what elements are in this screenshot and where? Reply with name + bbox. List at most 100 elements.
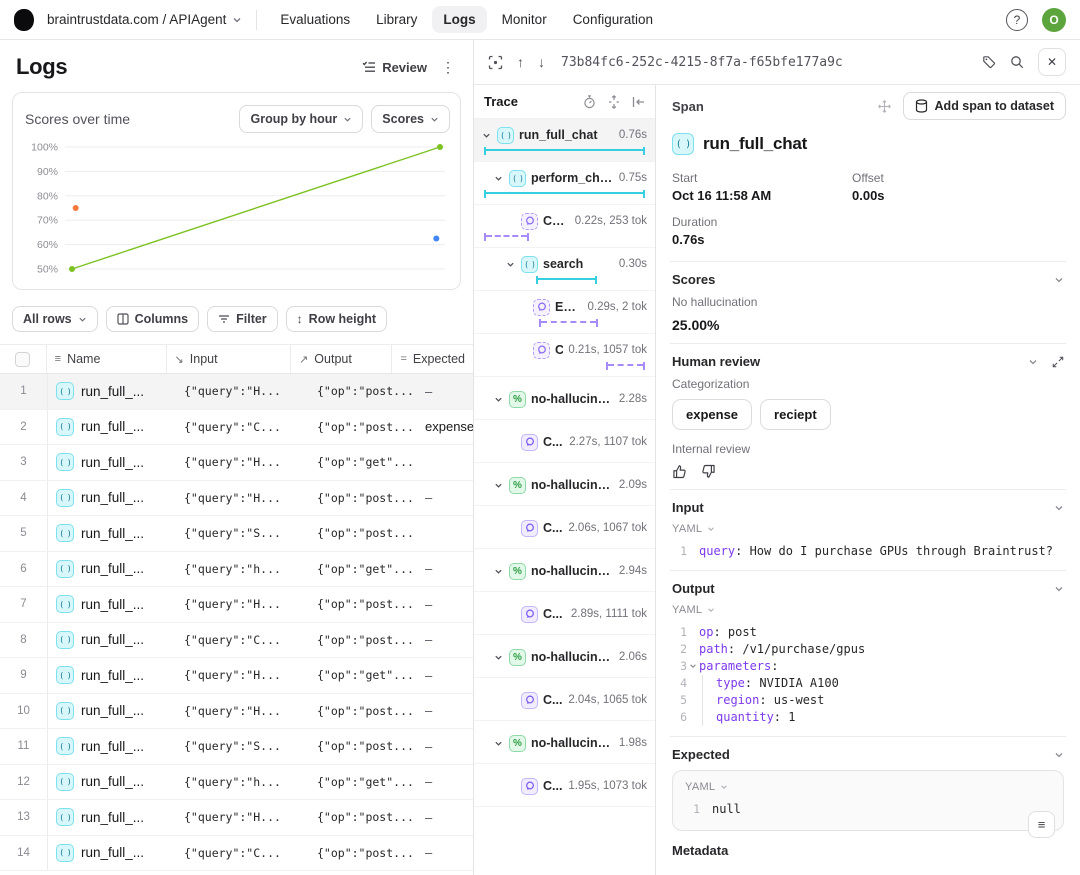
group-by-dropdown[interactable]: Group by hour: [239, 105, 363, 133]
tab-monitor[interactable]: Monitor: [491, 6, 558, 33]
table-row[interactable]: 4( )run_full_...{"query":"H...{"op":"pos…: [0, 481, 473, 517]
trace-tree-node[interactable]: Em...0.29s, 2 tok: [474, 291, 655, 334]
stopwatch-icon[interactable]: [583, 95, 596, 109]
table-row[interactable]: 13( )run_full_...{"query":"H...{"op":"po…: [0, 800, 473, 836]
cell-expected: –: [417, 703, 473, 718]
trace-tree-node[interactable]: ( )perform_cha...0.75s: [474, 162, 655, 205]
more-menu-icon[interactable]: ⋮: [437, 57, 459, 78]
help-icon[interactable]: ?: [1006, 9, 1028, 31]
trace-tree-node[interactable]: C...0.21s, 1057 tok: [474, 334, 655, 377]
focus-scan-icon[interactable]: [488, 55, 503, 70]
cell-output: {"op":"get"...: [309, 668, 417, 682]
expected-format-dropdown[interactable]: YAML: [685, 781, 1051, 793]
search-icon[interactable]: [1010, 55, 1024, 69]
table-row[interactable]: 9( )run_full_...{"query":"H...{"op":"get…: [0, 658, 473, 694]
trace-tree-node[interactable]: C...2.27s, 1107 tok: [474, 420, 655, 463]
trace-tree-node[interactable]: %no-hallucina...2.28s: [474, 377, 655, 420]
table-row[interactable]: 2( )run_full_...{"query":"C...{"op":"pos…: [0, 410, 473, 446]
next-trace-icon[interactable]: ↓: [538, 54, 545, 70]
expand-all-icon[interactable]: [608, 95, 620, 109]
thumbs-down-icon[interactable]: [701, 464, 716, 479]
chevron-down-icon[interactable]: [494, 567, 504, 576]
table-row[interactable]: 3( )run_full_...{"query":"H...{"op":"get…: [0, 445, 473, 481]
chevron-down-icon[interactable]: [1054, 503, 1064, 513]
chevron-down-icon[interactable]: [494, 174, 504, 183]
filter-button[interactable]: Filter: [207, 306, 278, 332]
category-chip-expense[interactable]: expense: [672, 399, 752, 430]
column-header-name[interactable]: ≡Name: [46, 345, 166, 373]
span-name: C...: [543, 779, 562, 793]
chevron-down-icon[interactable]: [1028, 357, 1038, 367]
trace-tree-node[interactable]: ( )search0.30s: [474, 248, 655, 291]
columns-button[interactable]: Columns: [106, 306, 199, 332]
cell-output: {"op":"post...: [309, 526, 417, 540]
trace-tree-node[interactable]: ( )run_full_chat0.76s: [474, 119, 655, 162]
all-rows-dropdown[interactable]: All rows: [12, 306, 98, 332]
chevron-down-icon[interactable]: [494, 739, 504, 748]
table-row[interactable]: 5( )run_full_...{"query":"S...{"op":"pos…: [0, 516, 473, 552]
column-header-output[interactable]: ↗Output: [290, 345, 391, 373]
chevron-down-icon[interactable]: [1054, 584, 1064, 594]
close-icon[interactable]: ✕: [1038, 48, 1066, 76]
cell-input: {"query":"C...: [176, 420, 309, 434]
chevron-down-icon[interactable]: [482, 131, 492, 140]
cell-expected: –: [417, 632, 473, 647]
table-row[interactable]: 1( )run_full_...{"query":"H...{"op":"pos…: [0, 374, 473, 410]
table-row[interactable]: 8( )run_full_...{"query":"C...{"op":"pos…: [0, 623, 473, 659]
collapse-panel-icon[interactable]: [632, 96, 645, 108]
trace-tree-node[interactable]: %no-hallucina...2.09s: [474, 463, 655, 506]
table-row[interactable]: 11( )run_full_...{"query":"S...{"op":"po…: [0, 729, 473, 765]
table-row[interactable]: 6( )run_full_...{"query":"h...{"op":"get…: [0, 552, 473, 588]
trace-tree-node[interactable]: %no-hallucina...1.98s: [474, 721, 655, 764]
chevron-down-icon[interactable]: [494, 395, 504, 404]
avatar[interactable]: O: [1042, 8, 1066, 32]
scores-dropdown[interactable]: Scores: [371, 105, 450, 133]
review-button[interactable]: Review: [362, 60, 427, 75]
category-chip-reciept[interactable]: reciept: [760, 399, 831, 430]
trace-tree-node[interactable]: %no-hallucina...2.94s: [474, 549, 655, 592]
span-timeline: [484, 147, 645, 156]
tab-library[interactable]: Library: [365, 6, 428, 33]
chevron-down-icon[interactable]: [506, 260, 516, 269]
select-all-checkbox[interactable]: [15, 352, 30, 367]
table-row[interactable]: 7( )run_full_...{"query":"H...{"op":"pos…: [0, 587, 473, 623]
table-row[interactable]: 14( )run_full_...{"query":"C...{"op":"po…: [0, 836, 473, 872]
trace-tree-node[interactable]: C...1.95s, 1073 tok: [474, 764, 655, 807]
add-span-to-dataset-button[interactable]: Add span to dataset: [903, 92, 1066, 120]
tab-logs[interactable]: Logs: [432, 6, 486, 33]
column-header-expected[interactable]: =Expected: [391, 345, 473, 373]
trace-tree: ( )run_full_chat0.76s( )perform_cha...0.…: [474, 119, 655, 807]
trace-tree-node[interactable]: C...2.89s, 1111 tok: [474, 592, 655, 635]
scorer-icon: %: [509, 649, 526, 666]
span-duration: 0.22s, 253 tok: [575, 215, 647, 227]
chevron-down-icon[interactable]: [494, 481, 504, 490]
editor-menu-icon[interactable]: ≡: [1028, 811, 1055, 838]
top-navbar: braintrustdata.com / APIAgent Evaluation…: [0, 0, 1080, 40]
previous-trace-icon[interactable]: ↑: [517, 54, 524, 70]
score-value: 25.00%: [672, 317, 1064, 333]
thumbs-up-icon[interactable]: [672, 464, 687, 479]
chevron-down-icon[interactable]: [1054, 275, 1064, 285]
workspace-switcher[interactable]: braintrustdata.com / APIAgent: [47, 12, 242, 27]
table-row[interactable]: 10( )run_full_...{"query":"H...{"op":"po…: [0, 694, 473, 730]
column-header-input[interactable]: ↘Input: [166, 345, 291, 373]
tab-evaluations[interactable]: Evaluations: [269, 6, 361, 33]
move-icon[interactable]: [878, 100, 891, 113]
tag-icon[interactable]: [982, 55, 996, 69]
tab-configuration[interactable]: Configuration: [562, 6, 664, 33]
chevron-down-icon[interactable]: [494, 653, 504, 662]
trace-tree-node[interactable]: C...2.04s, 1065 tok: [474, 678, 655, 721]
row-height-button[interactable]: ↕ Row height: [286, 306, 387, 332]
output-format-dropdown[interactable]: YAML: [672, 604, 1064, 616]
input-format-dropdown[interactable]: YAML: [672, 523, 1064, 535]
trace-tree-node[interactable]: C...2.06s, 1067 tok: [474, 506, 655, 549]
expected-code[interactable]: 1null: [685, 801, 1051, 818]
cell-name: ( )run_full_...: [48, 808, 176, 826]
metadata-section-title: Metadata: [672, 843, 1064, 858]
trace-tree-node[interactable]: %no-hallucina...2.06s: [474, 635, 655, 678]
table-row[interactable]: 12( )run_full_...{"query":"h...{"op":"ge…: [0, 765, 473, 801]
chevron-down-icon[interactable]: [1054, 750, 1064, 760]
trace-tree-node[interactable]: Ch...0.22s, 253 tok: [474, 205, 655, 248]
row-number: 12: [0, 765, 48, 800]
expand-diagonal-icon[interactable]: [1052, 356, 1064, 368]
